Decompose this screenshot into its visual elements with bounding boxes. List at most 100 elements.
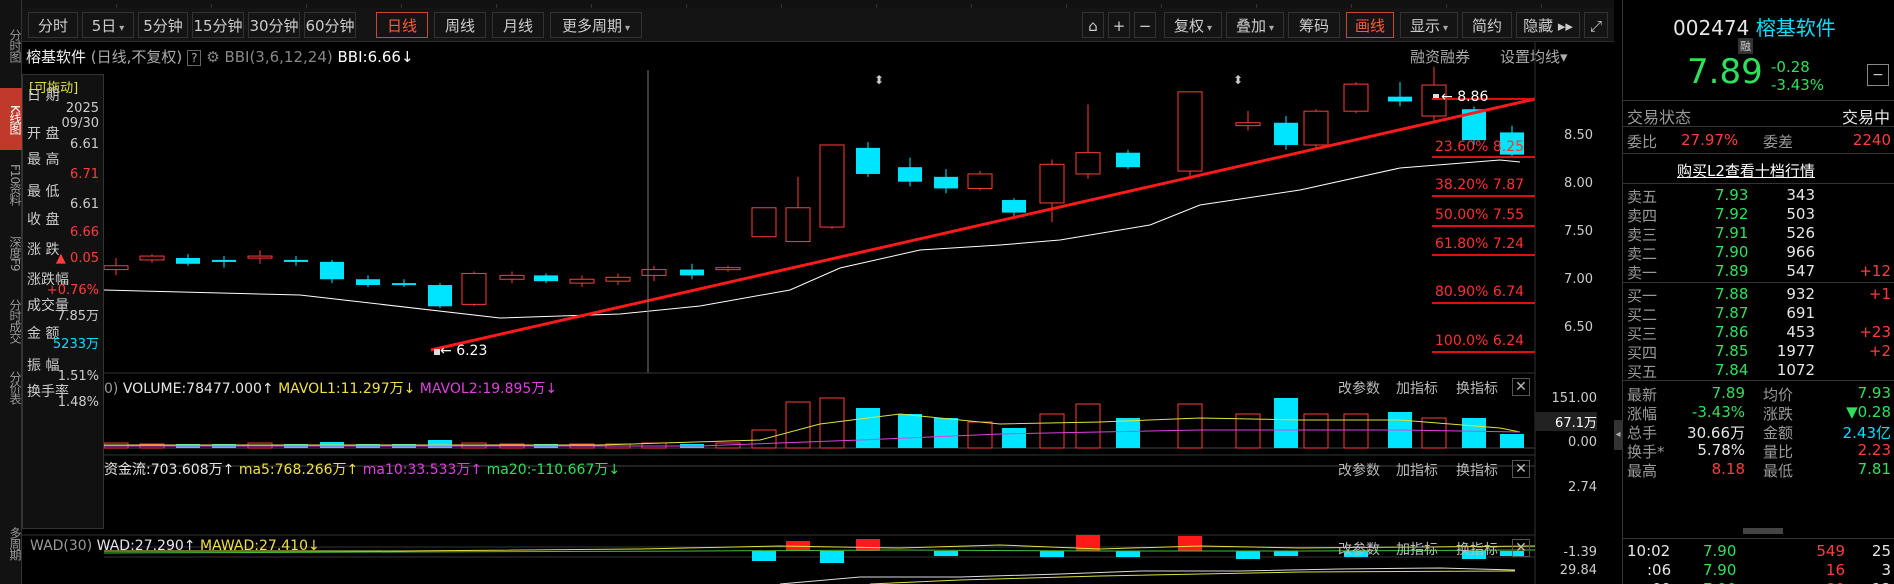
orderbook-row[interactable]: 买二 7.87 691 [1623,304,1894,324]
stat-value: 8.18 [1711,460,1745,478]
candle[interactable] [176,257,200,264]
candle[interactable] [1075,152,1101,175]
candle[interactable] [356,279,380,286]
wad-close-icon[interactable]: ✕ [1512,539,1530,557]
stat-value: 30.66万 [1687,424,1745,442]
candle[interactable] [247,255,273,259]
orderbook-label: 买二 [1627,306,1658,324]
buy-l2-link[interactable]: 购买L2查看十档行情 [1677,160,1815,181]
vol-add-indicator-button[interactable]: 加指标 [1396,378,1438,398]
volume-bar [1303,413,1329,449]
candle[interactable] [1039,163,1065,204]
candle[interactable] [284,259,308,262]
orderbook-label: 卖一 [1627,264,1658,282]
candle[interactable] [1274,122,1298,145]
wad-arrow: ↑ [183,538,196,554]
orderbook-row[interactable]: 卖四 7.92 503 [1623,205,1894,225]
orderbook-row[interactable]: 卖五 7.93 343 [1623,186,1894,206]
svg-text:⬍: ⬍ [1233,73,1243,87]
candle[interactable] [967,173,993,189]
volume-bar [1039,413,1065,449]
vol-switch-indicator-button[interactable]: 换指标 [1456,378,1498,398]
fund-param-button[interactable]: 改参数 [1338,460,1380,480]
fund-arrow: ↑ [222,462,235,478]
orderbook-row[interactable]: 卖二 7.90 966 [1623,243,1894,263]
mavol2-arrow: ↓ [545,381,558,397]
volume-bar [1500,434,1524,448]
info-label: 最 高 [27,152,60,168]
fib-label-2360: 23.60% 8.25 [1435,139,1525,155]
candle[interactable] [428,285,452,307]
candle[interactable] [856,147,880,174]
collapse-handle[interactable]: ◂ [1614,420,1622,450]
orderbook-price: 7.90 [1715,243,1749,261]
minus-icon[interactable]: − [1867,64,1889,86]
candle[interactable] [1388,96,1412,102]
vol-close-icon[interactable]: ✕ [1512,378,1530,396]
tick-count: 12 [1872,580,1891,584]
candle[interactable] [320,261,344,280]
wad-switch-indicator-button[interactable]: 换指标 [1456,539,1498,559]
trend-line[interactable] [430,97,1536,352]
info-box[interactable]: [可拖动] 日 期 2025 09/30 开 盘 6.61 最 高 6.71 最 低 6.61… [22,74,104,529]
stat-value: 7.93 [1857,384,1891,402]
candle[interactable] [1002,200,1026,213]
info-label: 涨 跌 [27,242,60,258]
tick-volume: 549 [1816,542,1845,560]
price-axis: 8.50 8.00 7.50 7.00 6.50 [1535,42,1607,373]
candle[interactable] [461,272,487,305]
fund-switch-indicator-button[interactable]: 换指标 [1456,460,1498,480]
volume-prefix: 0) [104,381,119,397]
candle[interactable] [605,276,631,282]
kline-chart[interactable]: ⬍ ⬍ [0,0,1622,584]
tick-price: 7.90 [1703,580,1736,584]
info-label: 开 盘 [27,126,60,142]
candle[interactable] [1235,122,1261,127]
orderbook-row[interactable]: 买四 7.85 1977 +2 [1623,342,1894,362]
stat-value: 7.81 [1857,460,1891,478]
fund-axis-bottom: -1.39 [1563,545,1597,560]
low-marker: ← 6.23 [440,343,488,359]
wad-add-indicator-button[interactable]: 加指标 [1396,539,1438,559]
stat-value: -3.43% [1691,403,1745,421]
scroll-grip[interactable] [1743,528,1783,534]
candle[interactable] [1303,110,1329,146]
candle[interactable] [212,259,236,262]
status-label: 交易状态 [1627,108,1692,127]
orderbook-row[interactable]: 买三 7.86 453 +23 [1623,323,1894,343]
candle[interactable] [534,275,558,282]
candle[interactable] [103,265,129,271]
candle[interactable] [898,167,922,182]
candle[interactable] [1343,83,1369,112]
fund-close-icon[interactable]: ✕ [1512,460,1530,478]
candle[interactable] [1116,152,1140,168]
orderbook-label: 卖三 [1627,226,1658,244]
candle[interactable] [715,267,741,271]
candle[interactable] [1177,91,1203,172]
stat-label: 最新 [1627,386,1658,404]
candle[interactable] [819,144,845,228]
vol-param-button[interactable]: 改参数 [1338,378,1380,398]
candle[interactable] [139,255,165,261]
candle[interactable] [934,176,958,189]
orderbook-price: 7.89 [1715,262,1749,280]
candle[interactable] [641,269,667,276]
price-tick: 6.50 [1564,320,1593,335]
volume-value: VOLUME:78477.000 [122,381,262,397]
candle[interactable] [785,207,811,243]
candle[interactable] [392,283,416,286]
fund-add-indicator-button[interactable]: 加指标 [1396,460,1438,480]
candle[interactable] [680,269,704,276]
orderbook-price: 7.86 [1715,323,1749,341]
orderbook-row[interactable]: 买一 7.88 932 +1 [1623,285,1894,305]
orderbook-row[interactable]: 卖三 7.91 526 [1623,224,1894,244]
price-tick: 7.00 [1564,272,1593,287]
orderbook-change: +23 [1859,323,1891,341]
orderbook-row[interactable]: 买五 7.84 1072 [1623,361,1894,381]
orderbook-label: 卖二 [1627,245,1658,263]
orderbook-row[interactable]: 卖一 7.89 547 +12 [1623,262,1894,282]
wad-param-button[interactable]: 改参数 [1338,539,1380,559]
candle[interactable] [569,278,595,284]
candle[interactable] [499,274,525,280]
candle[interactable] [751,207,777,238]
